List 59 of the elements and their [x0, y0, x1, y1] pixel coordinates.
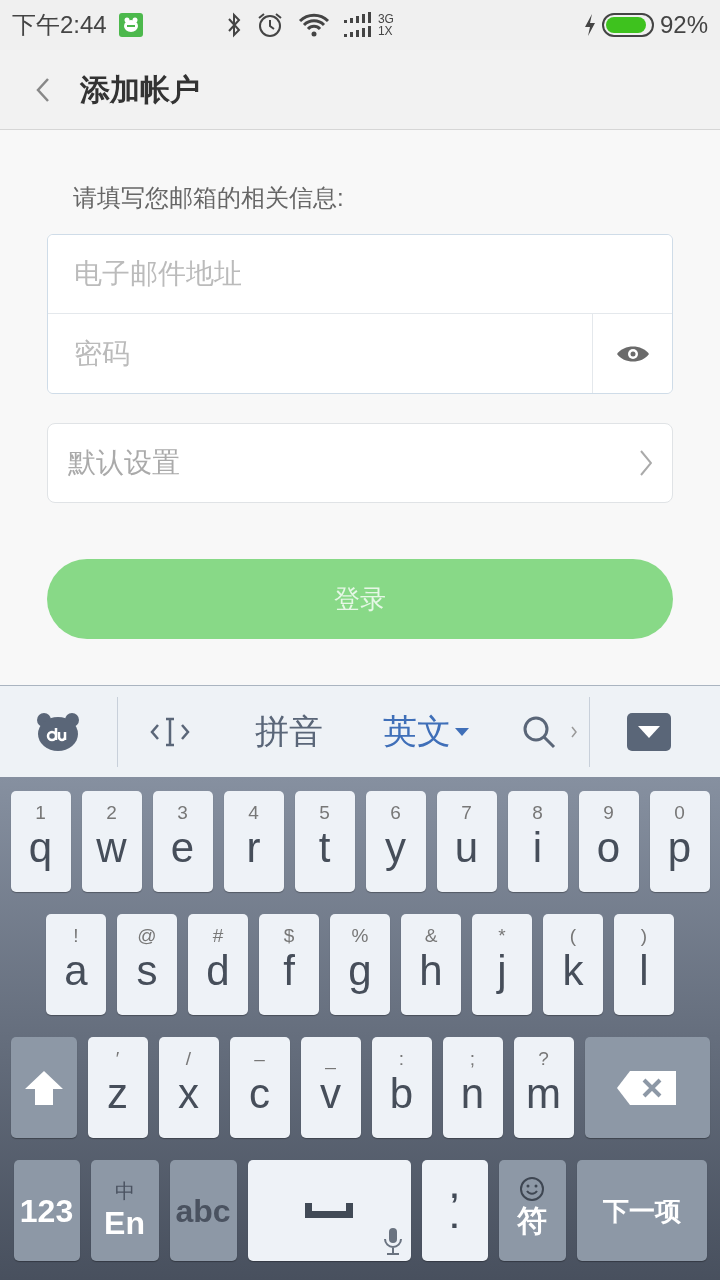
shift-key[interactable]: [10, 1037, 77, 1138]
battery-percent: 92%: [659, 10, 708, 40]
key[interactable]: & h: [401, 914, 461, 1015]
bluetooth-icon: [225, 12, 242, 38]
key[interactable]: ) l: [614, 914, 674, 1015]
space-bar-icon: [303, 1200, 355, 1221]
key[interactable]: 1 q: [10, 791, 71, 892]
key[interactable]: ? m: [513, 1037, 574, 1138]
key[interactable]: : b: [371, 1037, 432, 1138]
input-mode-tab[interactable]: 英文: [383, 706, 469, 757]
punctuation-key[interactable]: , .: [421, 1160, 488, 1261]
key[interactable]: @ s: [117, 914, 177, 1015]
key[interactable]: % g: [330, 914, 390, 1015]
key[interactable]: $ f: [259, 914, 319, 1015]
backspace-icon: [616, 1069, 678, 1106]
key[interactable]: 5 t: [294, 791, 355, 892]
key[interactable]: ; n: [442, 1037, 503, 1138]
key[interactable]: ( k: [543, 914, 603, 1015]
show-password-button[interactable]: [592, 314, 672, 393]
app-notification-icon: [118, 13, 143, 37]
backspace-key[interactable]: [584, 1037, 710, 1138]
key[interactable]: / x: [158, 1037, 219, 1138]
signal-icon: [343, 12, 374, 38]
shift-arrow-icon: [23, 1069, 64, 1106]
key[interactable]: # d: [188, 914, 248, 1015]
network-type: 3G 1X: [377, 13, 394, 37]
smiley-icon: [519, 1175, 545, 1202]
charging-icon: [583, 13, 596, 37]
key[interactable]: * j: [472, 914, 532, 1015]
status-time: 下午2:44: [12, 10, 107, 40]
key[interactable]: 3 e: [152, 791, 213, 892]
more-chevron-icon: [571, 725, 577, 738]
key[interactable]: 7 u: [436, 791, 497, 892]
key[interactable]: – c: [229, 1037, 290, 1138]
input-mode-tab[interactable]: 拼音: [255, 706, 323, 757]
wifi-icon: [297, 12, 330, 38]
key[interactable]: 8 i: [507, 791, 568, 892]
key[interactable]: 0 p: [649, 791, 710, 892]
battery-icon: [601, 13, 654, 37]
key[interactable]: ! a: [46, 914, 106, 1015]
key[interactable]: 2 w: [81, 791, 142, 892]
key[interactable]: 6 y: [365, 791, 426, 892]
dropdown-caret-icon: [455, 727, 469, 736]
password-field[interactable]: 密码: [48, 314, 592, 393]
page-title: 添加帐户: [80, 72, 200, 108]
hide-keyboard-button[interactable]: [627, 712, 671, 751]
key[interactable]: ′ z: [87, 1037, 148, 1138]
triangle-down-icon: [638, 725, 660, 738]
space-key[interactable]: [247, 1160, 411, 1261]
form-prompt: 请填写您邮箱的相关信息:: [73, 183, 345, 213]
key[interactable]: _ v: [300, 1037, 361, 1138]
key[interactable]: 4 r: [223, 791, 284, 892]
microphone-icon: [382, 1227, 403, 1255]
email-field[interactable]: 电子邮件地址: [48, 235, 672, 314]
cursor-move-icon: [150, 715, 190, 748]
key[interactable]: 9 o: [578, 791, 639, 892]
back-icon: [36, 76, 50, 103]
chevron-right-icon: [640, 450, 652, 476]
bear-logo-icon: [36, 711, 80, 752]
